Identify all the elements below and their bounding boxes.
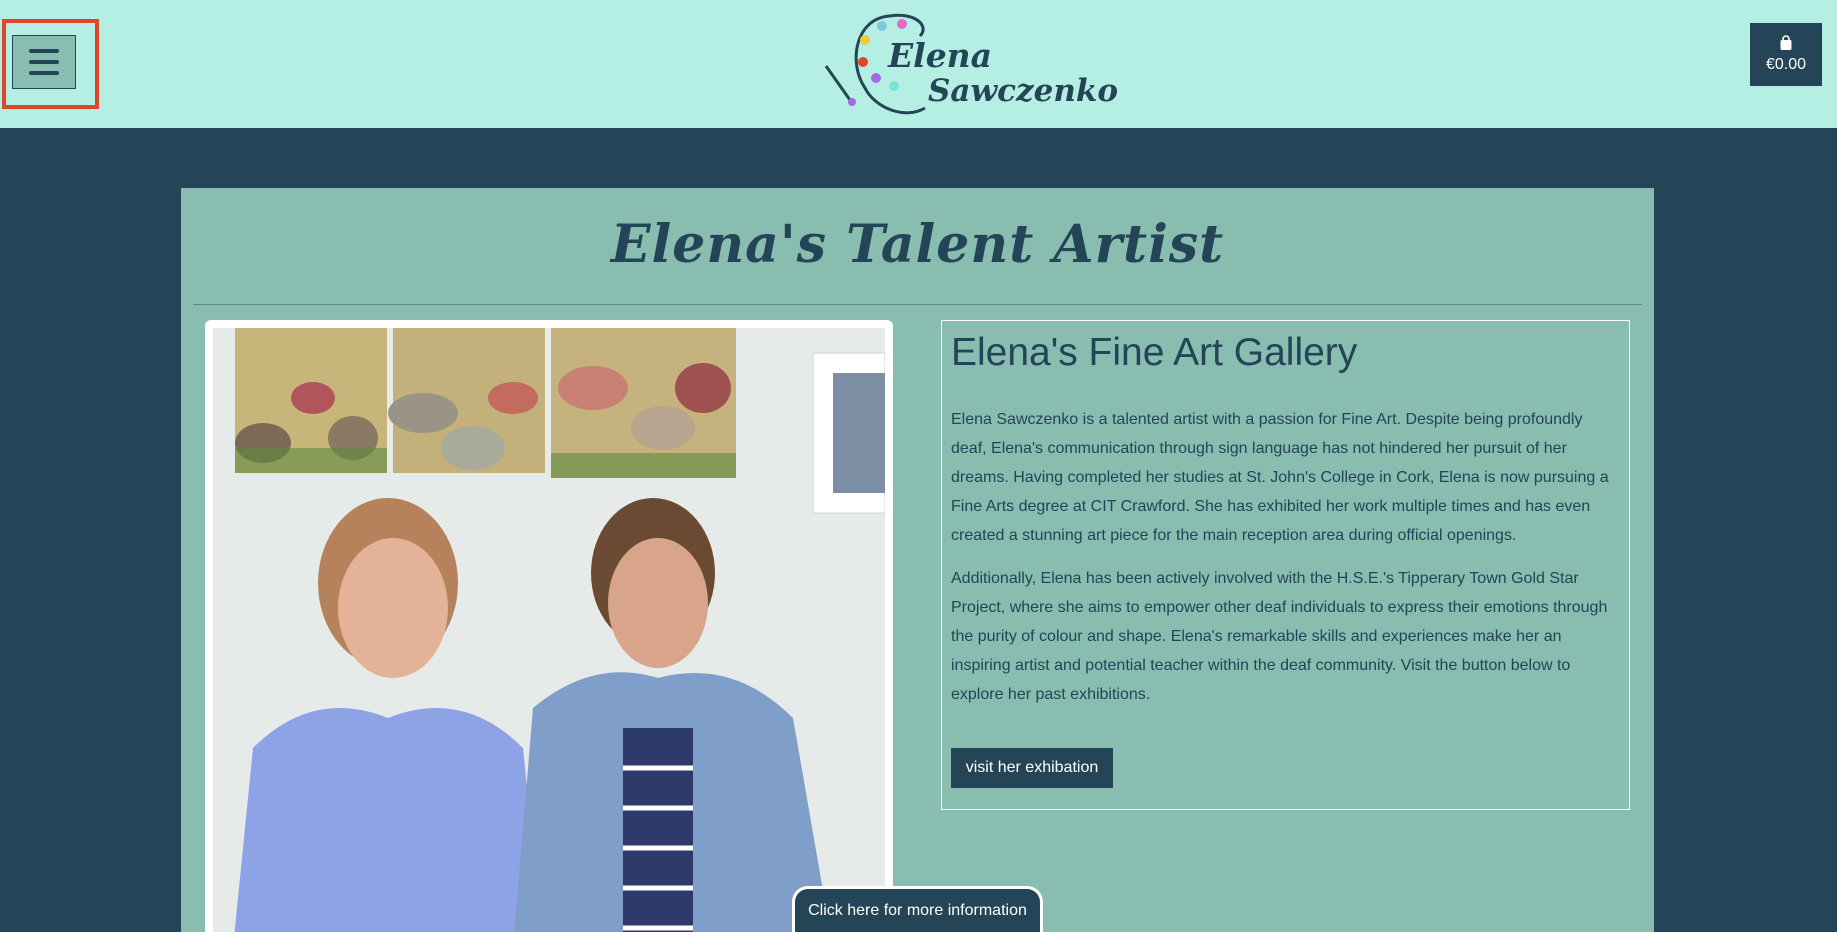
main-panel: Elena's Talent Artist Elena's Fine Art G… [181,188,1654,932]
site-logo[interactable]: Elena Sawczenko [820,8,1118,118]
cart-amount: €0.00 [1765,56,1807,73]
logo-first-name: Elena [888,36,993,75]
info-box: Elena's Fine Art Gallery Elena Sawczenko… [941,320,1630,810]
divider [193,304,1642,305]
artist-photo-frame [205,320,893,932]
artist-photo-image [213,328,885,932]
more-information-tab[interactable]: Click here for more information [792,886,1043,932]
info-paragraph-1: Elena Sawczenko is a talented artist wit… [951,411,1609,544]
cart-button[interactable]: €0.00 [1750,23,1822,86]
menu-icon [29,49,59,53]
menu-button[interactable] [12,35,76,89]
shopping-bag-icon [1780,35,1792,50]
visit-exhibition-button[interactable]: visit her exhibation [951,748,1113,788]
page-title: Elena's Talent Artist [610,214,1225,275]
artist-photo [213,328,885,932]
site-header: Elena Sawczenko €0.00 [0,0,1837,128]
info-paragraph-2: Additionally, Elena has been actively in… [951,570,1608,703]
logo-last-name: Sawczenko [928,73,1119,109]
info-title: Elena's Fine Art Gallery [951,331,1358,374]
